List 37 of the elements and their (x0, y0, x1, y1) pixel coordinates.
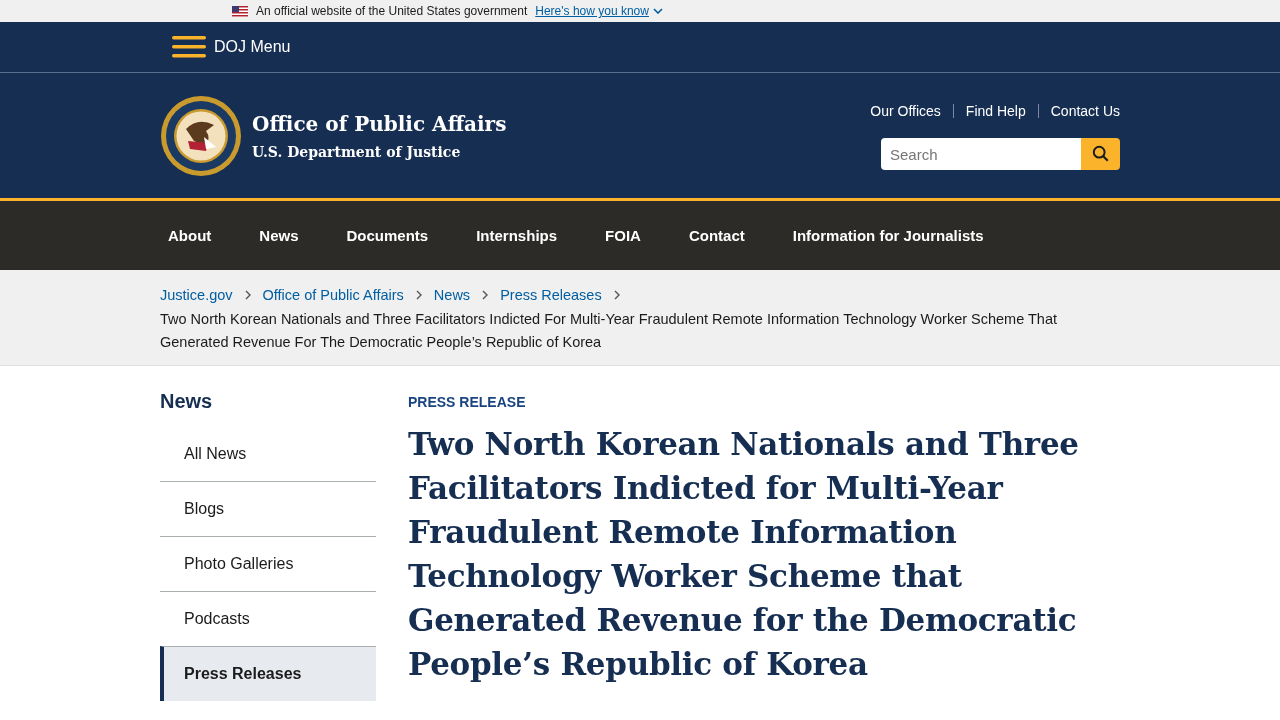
chevron-icon (652, 8, 663, 14)
site-subtitle: U.S. Department of Justice (252, 144, 462, 160)
nav-link[interactable]: About (160, 227, 236, 244)
sidebar-item[interactable]: Press Releases (160, 645, 376, 701)
sidebar-item[interactable]: Photo Galleries (160, 536, 376, 592)
flag-icon (232, 5, 248, 17)
menu-button[interactable]: DOJ Menu (172, 36, 291, 58)
article-kicker: PRESS RELEASE (408, 392, 527, 410)
breadcrumb-link[interactable]: News (433, 287, 471, 303)
article-title: Two North Korean Nationals and Three Facilitators Indicted for Multi-Year Fraudulent Remote Information Technology Worker Scheme that Generated Revenue for the Democratic People’s Republic of Korea (408, 424, 1080, 684)
sidebar-item[interactable]: Blogs (160, 481, 376, 537)
chevron-icon (244, 290, 251, 300)
sidebar-item[interactable]: All News (160, 426, 376, 482)
breadcrumb-link[interactable]: Press Releases (500, 287, 602, 303)
chevron-icon (415, 290, 422, 300)
nav-link[interactable]: News (251, 227, 323, 244)
banner-text: An official website of the United States government (256, 4, 528, 18)
utility-link[interactable]: Contact Us (1050, 103, 1120, 119)
breadcrumb-current: Two North Korean Nationals and Three Facilitators Indicted For Multi-Year Fraudulent Remote Information Technology Worker Scheme That Generated Revenue For The Democratic People’s Republic of Korea (160, 309, 1059, 352)
sidebar-heading[interactable]: News (160, 389, 376, 427)
menu-icon (172, 36, 206, 58)
nav-link[interactable]: Contact (680, 227, 769, 244)
utility-link[interactable]: Our Offices (870, 103, 941, 119)
search-icon (1091, 145, 1110, 163)
nav-link[interactable]: Information for Journalists (784, 227, 1008, 244)
site-title[interactable]: Office of Public Affairs (252, 112, 507, 136)
search-button[interactable] (1081, 138, 1120, 170)
nav-link[interactable]: FOIA (597, 227, 665, 244)
utility-link[interactable]: Find Help (965, 103, 1026, 119)
breadcrumb-link[interactable]: Office of Public Affairs (262, 287, 404, 303)
nav-link[interactable]: Documents (338, 227, 453, 244)
chevron-icon (482, 290, 489, 300)
chevron-icon (613, 290, 620, 300)
nav-link[interactable]: Internships (468, 227, 582, 244)
how-you-know-link[interactable]: Here's how you know (535, 4, 649, 18)
search-field[interactable]: Search (881, 138, 1081, 170)
breadcrumb-link[interactable]: Justice.gov (160, 287, 233, 303)
